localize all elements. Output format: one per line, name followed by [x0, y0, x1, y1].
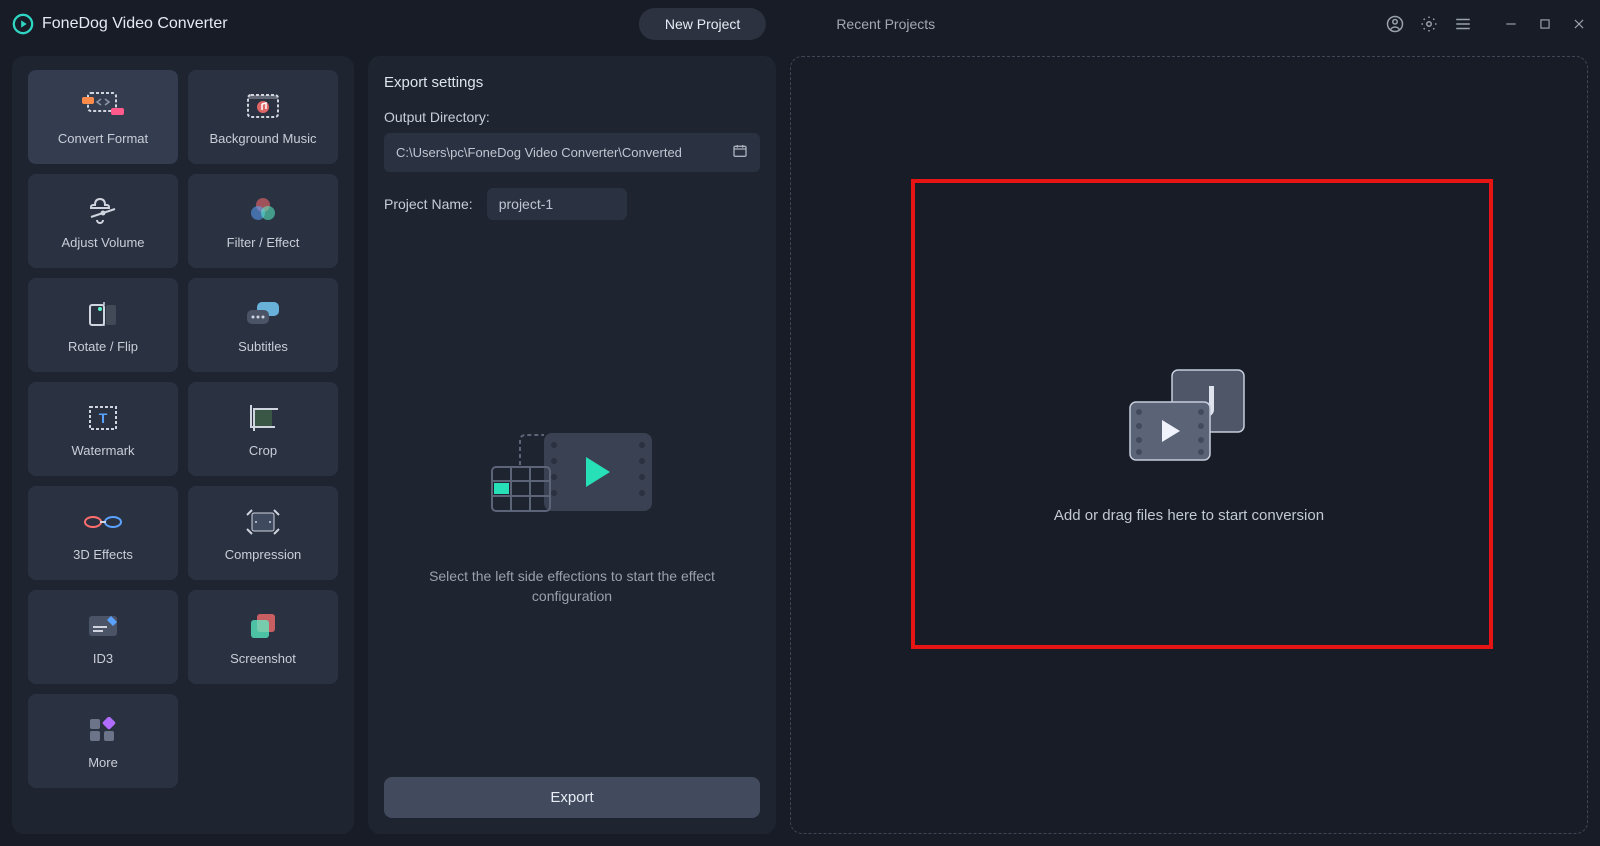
tool-label: Adjust Volume [61, 235, 144, 250]
subtitles-icon [245, 297, 281, 331]
tab-recent-projects[interactable]: Recent Projects [810, 8, 961, 40]
svg-text:T: T [99, 410, 108, 426]
minimize-icon[interactable] [1502, 15, 1520, 33]
tool-label: Convert Format [58, 131, 148, 146]
output-directory-label: Output Directory: [384, 109, 760, 125]
project-name-label: Project Name: [384, 196, 473, 212]
export-settings-heading: Export settings [384, 74, 760, 91]
close-icon[interactable] [1570, 15, 1588, 33]
tool-label: 3D Effects [73, 547, 133, 562]
tools-sidebar: Convert Format Background Music Adjust V… [12, 56, 354, 834]
compression-icon [245, 505, 281, 539]
background-music-icon [246, 89, 280, 123]
3d-effects-icon [83, 505, 123, 539]
tool-watermark[interactable]: T Watermark [28, 382, 178, 476]
screenshot-icon [247, 609, 279, 643]
config-placeholder: Select the left side effections to start… [384, 240, 760, 777]
browse-folder-icon[interactable] [732, 143, 748, 162]
tool-label: Compression [225, 547, 302, 562]
tool-label: Crop [249, 443, 277, 458]
tool-label: Rotate / Flip [68, 339, 138, 354]
tool-rotate-flip[interactable]: Rotate / Flip [28, 278, 178, 372]
output-directory-field[interactable]: C:\Users\pc\FoneDog Video Converter\Conv… [384, 133, 760, 172]
tool-compression[interactable]: Compression [188, 486, 338, 580]
tool-label: Filter / Effect [227, 235, 300, 250]
dropzone-illustration-icon [1124, 366, 1254, 471]
dropzone-content: Add or drag files here to start conversi… [1054, 366, 1324, 524]
output-path-value: C:\Users\pc\FoneDog Video Converter\Conv… [396, 145, 682, 160]
tool-3d-effects[interactable]: 3D Effects [28, 486, 178, 580]
menu-icon[interactable] [1454, 15, 1472, 33]
tool-background-music[interactable]: Background Music [188, 70, 338, 164]
tool-more[interactable]: More [28, 694, 178, 788]
tool-filter-effect[interactable]: Filter / Effect [188, 174, 338, 268]
more-icon [88, 713, 118, 747]
tab-new-project[interactable]: New Project [639, 8, 766, 40]
app-title: FoneDog Video Converter [42, 15, 228, 33]
tool-crop[interactable]: Crop [188, 382, 338, 476]
tool-subtitles[interactable]: Subtitles [188, 278, 338, 372]
app-logo-icon [12, 13, 34, 35]
filter-effect-icon [247, 193, 279, 227]
tool-label: Screenshot [230, 651, 296, 666]
tool-label: More [88, 755, 118, 770]
tool-label: Subtitles [238, 339, 288, 354]
dropzone-label: Add or drag files here to start conversi… [1054, 507, 1324, 524]
tool-adjust-volume[interactable]: Adjust Volume [28, 174, 178, 268]
tool-label: Watermark [71, 443, 134, 458]
export-settings-panel: Export settings Output Directory: C:\Use… [368, 56, 776, 834]
convert-format-icon [81, 89, 125, 123]
brand: FoneDog Video Converter [12, 13, 228, 35]
project-name-input[interactable] [487, 188, 627, 220]
tool-convert-format[interactable]: Convert Format [28, 70, 178, 164]
tool-id3[interactable]: ID3 [28, 590, 178, 684]
file-dropzone[interactable]: Add or drag files here to start conversi… [790, 56, 1588, 834]
maximize-icon[interactable] [1536, 15, 1554, 33]
project-name-row: Project Name: [384, 188, 760, 220]
rotate-flip-icon [86, 297, 120, 331]
id3-icon [85, 609, 121, 643]
tool-screenshot[interactable]: Screenshot [188, 590, 338, 684]
project-tabs: New Project Recent Projects [639, 8, 961, 40]
profile-icon[interactable] [1386, 15, 1404, 33]
crop-icon [246, 401, 280, 435]
output-directory-row: C:\Users\pc\FoneDog Video Converter\Conv… [384, 133, 760, 172]
watermark-icon: T [86, 401, 120, 435]
config-hint-text: Select the left side effections to start… [412, 566, 732, 607]
export-button[interactable]: Export [384, 777, 760, 818]
main-content: Convert Format Background Music Adjust V… [0, 48, 1600, 846]
settings-icon[interactable] [1420, 15, 1438, 33]
tool-label: Background Music [210, 131, 317, 146]
tool-label: ID3 [93, 651, 113, 666]
window-actions [1386, 15, 1588, 33]
title-bar: FoneDog Video Converter New Project Rece… [0, 0, 1600, 48]
config-illustration-icon [472, 411, 672, 536]
adjust-volume-icon [88, 193, 118, 227]
